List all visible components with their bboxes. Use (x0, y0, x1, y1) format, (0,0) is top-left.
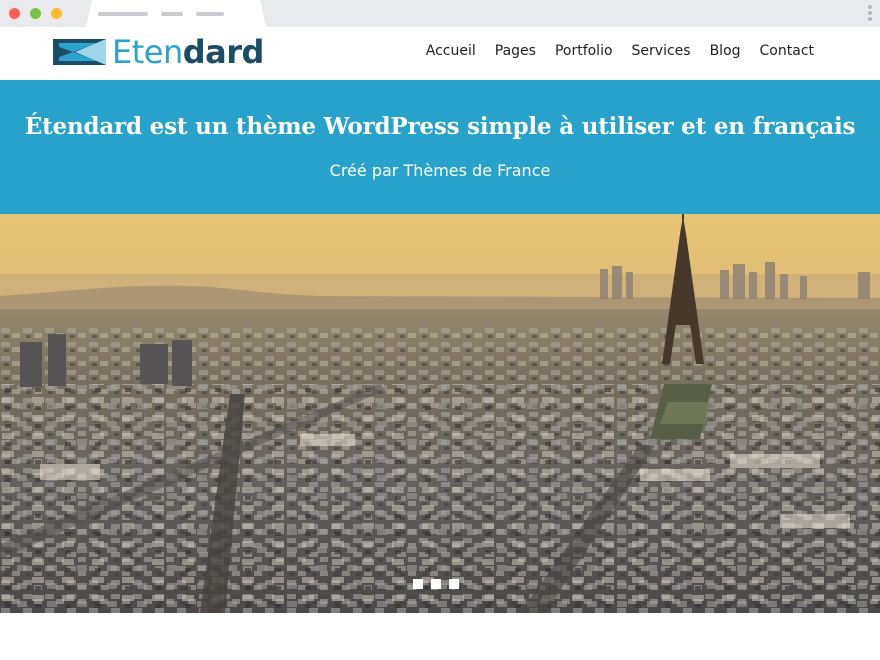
logo-text-light: Eten (112, 33, 183, 71)
hero-subtitle: Créé par Thèmes de France (329, 161, 551, 180)
close-window-button[interactable] (9, 8, 20, 19)
nav-item-accueil[interactable]: Accueil (426, 43, 476, 59)
browser-menu-icon[interactable] (868, 5, 872, 22)
slider-dot-2[interactable] (431, 579, 441, 589)
tab-placeholder-line (196, 12, 224, 16)
page-content-area (0, 613, 880, 660)
slider-dot-1[interactable] (413, 579, 423, 589)
slider-dot-3[interactable] (449, 579, 459, 589)
nav-item-services[interactable]: Services (632, 43, 691, 59)
main-navigation: Accueil Pages Portfolio Services Blog Co… (407, 43, 814, 59)
browser-chrome (0, 0, 880, 27)
logo-text: Etendard (112, 33, 264, 71)
tab-placeholder-line (161, 12, 183, 16)
hero-title: Étendard est un thème WordPress simple à… (24, 113, 856, 140)
image-slider[interactable] (0, 214, 880, 613)
tab-placeholder-line (98, 12, 148, 16)
nav-item-portfolio[interactable]: Portfolio (555, 43, 613, 59)
site-logo[interactable]: Etendard (53, 33, 264, 71)
hero-banner: Étendard est un thème WordPress simple à… (0, 80, 880, 214)
logo-text-bold: dard (182, 33, 265, 71)
maximize-window-button[interactable] (51, 8, 62, 19)
nav-item-contact[interactable]: Contact (760, 43, 814, 59)
nav-item-pages[interactable]: Pages (495, 43, 536, 59)
paris-skyline-image (0, 214, 880, 613)
nav-item-blog[interactable]: Blog (710, 43, 741, 59)
site-header: Etendard Accueil Pages Portfolio Service… (0, 27, 880, 80)
slider-pagination (413, 579, 459, 589)
minimize-window-button[interactable] (30, 8, 41, 19)
flag-logo-icon (53, 39, 106, 65)
